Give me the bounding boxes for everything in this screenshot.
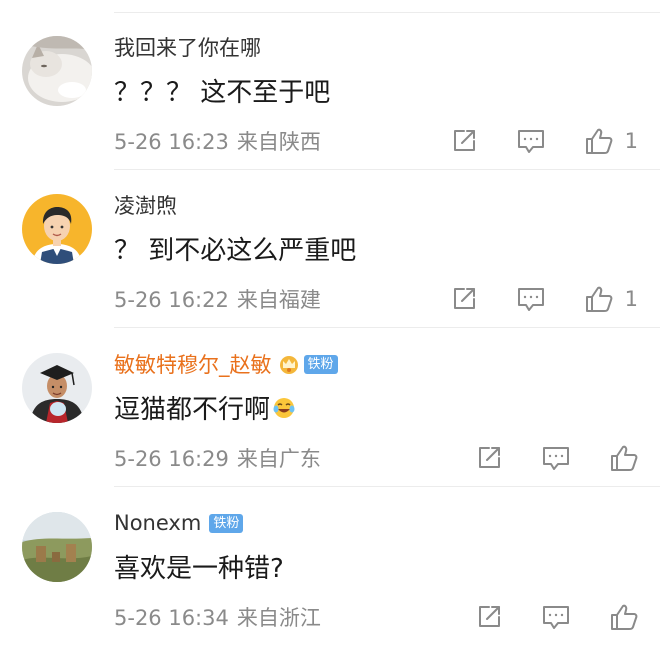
- share-button[interactable]: [476, 445, 502, 471]
- comment-location: 来自广东: [236, 447, 321, 471]
- comment-icon: [543, 606, 569, 629]
- comment-text-row: 逗猫都不行啊: [114, 389, 296, 426]
- cat-avatar-icon: [22, 36, 92, 106]
- comment-date: 5-26 16:34: [114, 606, 229, 630]
- comment-date: 5-26 16:29: [114, 447, 229, 471]
- share-button[interactable]: [451, 286, 477, 312]
- comment-location: 来自陕西: [236, 130, 321, 154]
- avatar[interactable]: [22, 194, 92, 264]
- comment-text: 逗猫都不行啊: [114, 395, 271, 425]
- fan-badge: 铁粉: [303, 354, 338, 374]
- comment-meta: 5-26 16:23 来自陕西: [114, 126, 321, 156]
- graduate-photo-avatar-icon: [22, 353, 92, 423]
- reply-button[interactable]: [542, 445, 570, 471]
- share-button[interactable]: [476, 604, 502, 630]
- like-count: 1: [624, 129, 638, 153]
- comment-date: 5-26 16:23: [114, 130, 229, 154]
- comment-date: 5-26 16:22: [114, 288, 229, 312]
- username[interactable]: Nonexm: [114, 511, 201, 535]
- thumbs-up-icon: [585, 286, 613, 312]
- thumbs-up-icon: [611, 445, 638, 471]
- comment-meta: 5-26 16:29 来自广东: [114, 443, 321, 473]
- comment-item: 敏敏特穆尔_赵敏 铁粉 逗猫都不行啊 5-26 16:29 来自广东: [0, 329, 660, 487]
- share-icon: [479, 447, 500, 468]
- comment-location: 来自福建: [236, 288, 321, 312]
- comment-icon: [517, 288, 544, 311]
- comment-text: 喜欢是一种错?: [114, 554, 284, 584]
- comment-meta: 5-26 16:34 来自浙江: [114, 602, 321, 632]
- comment-icon: [517, 130, 544, 153]
- username[interactable]: 凌澍煦: [114, 190, 177, 220]
- laughing-tears-emoji-icon: [272, 396, 296, 420]
- share-icon: [479, 606, 500, 627]
- like-button[interactable]: 1: [585, 127, 638, 155]
- divider: [114, 327, 660, 328]
- share-icon: [453, 288, 475, 309]
- crown-icon: [278, 354, 300, 374]
- like-count: 1: [624, 287, 638, 311]
- comment-actions: 1: [451, 124, 638, 158]
- comment-text: ？？？ 这不至于吧: [114, 78, 331, 108]
- comment-item: 凌澍煦 ？ 到不必这么严重吧 5-26 16:22 来自福建 1: [0, 170, 660, 328]
- like-button[interactable]: 1: [585, 285, 638, 313]
- comment-item: Nonexm 铁粉 喜欢是一种错? 5-26 16:34 来自浙江: [0, 488, 660, 646]
- comment-meta: 5-26 16:22 来自福建: [114, 284, 321, 314]
- comment-actions: [476, 441, 638, 475]
- avatar[interactable]: [22, 353, 92, 423]
- username[interactable]: 我回来了你在哪: [114, 32, 261, 62]
- thumbs-up-icon: [611, 604, 638, 630]
- like-button[interactable]: [610, 444, 638, 472]
- username[interactable]: 敏敏特穆尔_赵敏: [114, 349, 272, 379]
- comment-icon: [543, 447, 569, 470]
- comment-item: 我回来了你在哪 ？？？ 这不至于吧 5-26 16:23 来自陕西 1: [0, 12, 660, 170]
- thumbs-up-icon: [585, 128, 613, 154]
- share-icon: [453, 130, 475, 151]
- comment-location: 来自浙江: [236, 606, 321, 630]
- comment-actions: 1: [451, 282, 638, 316]
- reply-button[interactable]: [517, 286, 545, 312]
- comment-actions: [476, 600, 638, 634]
- cartoon-man-avatar-icon: [22, 194, 92, 264]
- avatar[interactable]: [22, 36, 92, 106]
- avatar[interactable]: [22, 512, 92, 582]
- reply-button[interactable]: [542, 604, 570, 630]
- landscape-avatar-icon: [22, 512, 92, 582]
- share-button[interactable]: [451, 128, 477, 154]
- fan-badge: 铁粉: [209, 513, 244, 533]
- divider: [114, 486, 660, 487]
- reply-button[interactable]: [517, 128, 545, 154]
- like-button[interactable]: [610, 603, 638, 631]
- comment-text: ？ 到不必这么严重吧: [114, 236, 357, 266]
